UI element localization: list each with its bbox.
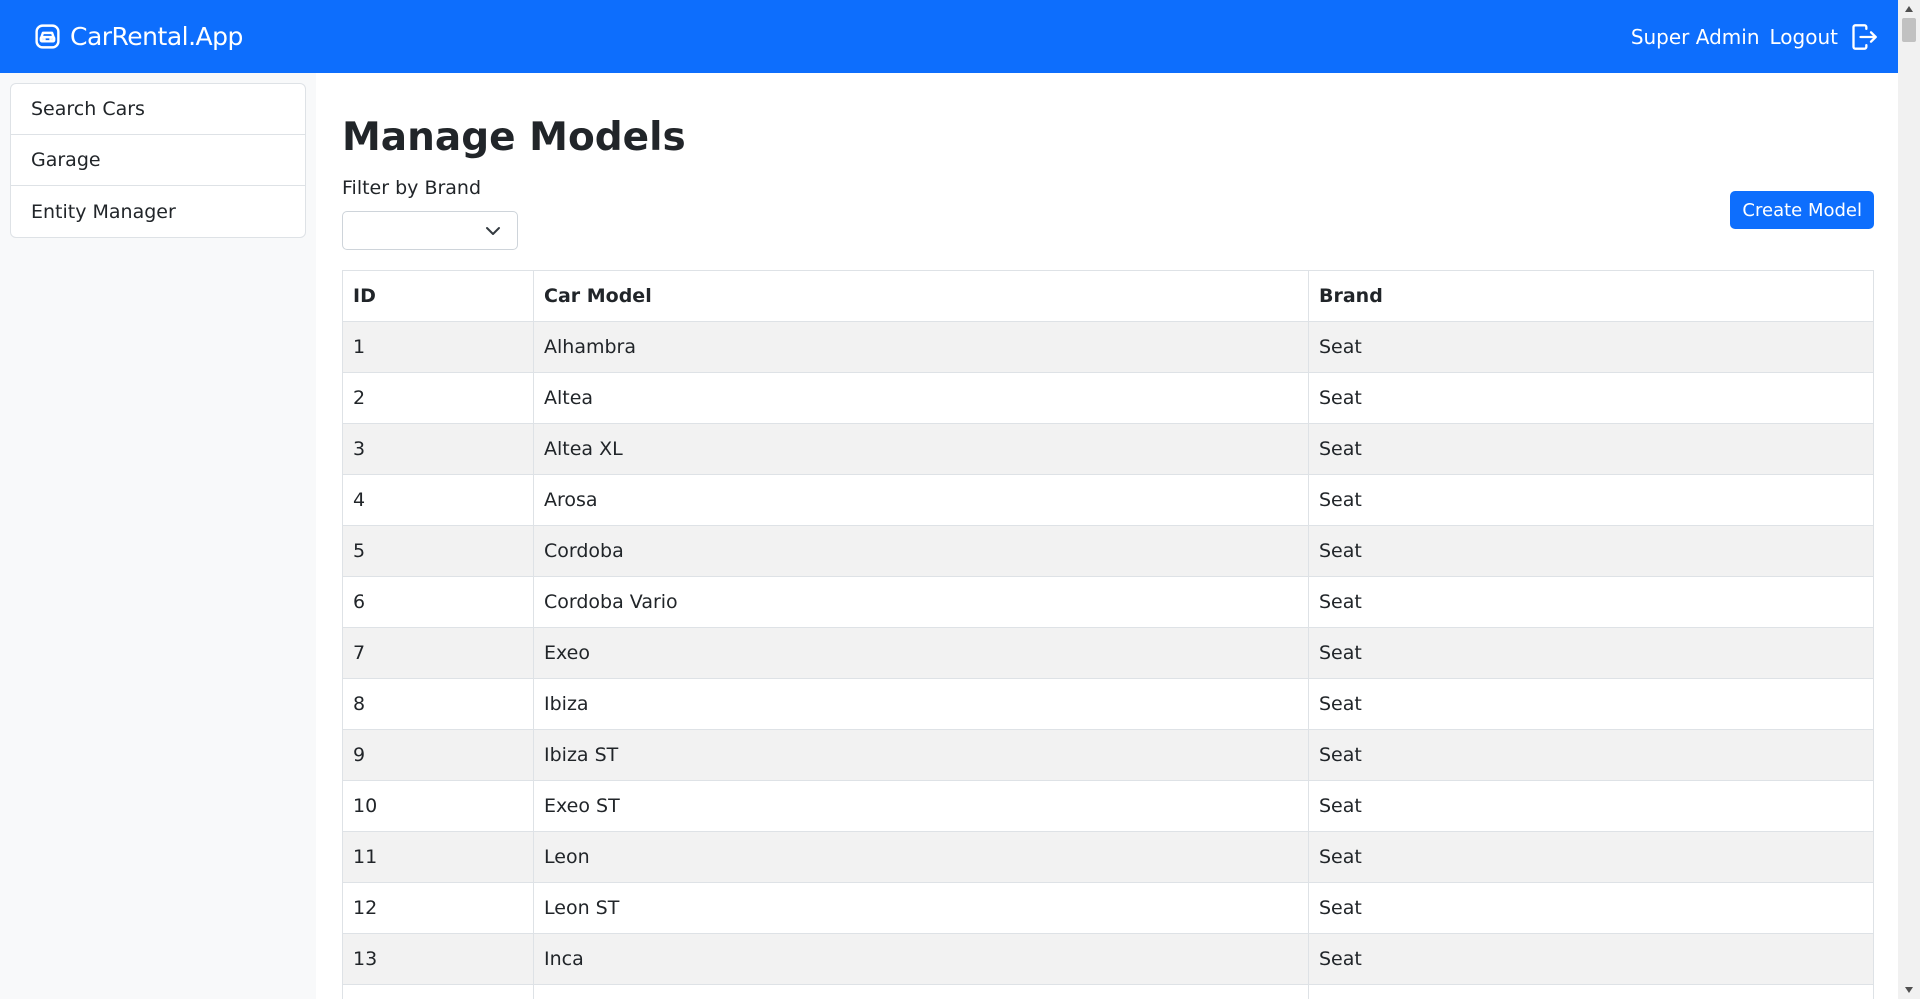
cell-brand: Seat [1308, 831, 1874, 883]
scroll-thumb[interactable] [1902, 18, 1916, 42]
cell-id [342, 984, 534, 999]
table-row[interactable]: 1 Alhambra Seat [342, 321, 1874, 373]
cell-brand: Seat [1308, 525, 1874, 577]
cell-model: Ibiza [533, 678, 1309, 730]
table-body: 1 Alhambra Seat 2 Altea Seat 3 Altea XL Seat 4… [342, 321, 1874, 999]
brand-filter-select[interactable] [342, 211, 518, 250]
cell-model: Ibiza ST [533, 729, 1309, 781]
sidebar-item-garage[interactable]: Garage [11, 135, 305, 186]
cell-id: 11 [342, 831, 534, 883]
cell-id: 4 [342, 474, 534, 526]
logout-link[interactable]: Logout [1770, 23, 1878, 51]
sidebar-menu: Search Cars Garage Entity Manager [10, 83, 306, 238]
sidebar: Search Cars Garage Entity Manager [0, 73, 316, 999]
cell-brand: Seat [1308, 372, 1874, 424]
cell-model: Altea XL [533, 423, 1309, 475]
table-row[interactable] [342, 984, 1874, 999]
header-brand: Brand [1308, 270, 1874, 322]
cell-brand: Seat [1308, 627, 1874, 679]
create-model-button[interactable]: Create Model [1730, 191, 1874, 229]
table-row[interactable]: 3 Altea XL Seat [342, 423, 1874, 475]
cell-id: 12 [342, 882, 534, 934]
main-content: Manage Models Filter by Brand Create Mod… [342, 73, 1874, 999]
sidebar-item-entity-manager[interactable]: Entity Manager [11, 186, 305, 237]
cell-id: 9 [342, 729, 534, 781]
table-row[interactable]: 9 Ibiza ST Seat [342, 729, 1874, 781]
cell-brand: Seat [1308, 576, 1874, 628]
table-row[interactable]: 11 Leon Seat [342, 831, 1874, 883]
cell-model: Exeo ST [533, 780, 1309, 832]
table-row[interactable]: 4 Arosa Seat [342, 474, 1874, 526]
table-row[interactable]: 13 Inca Seat [342, 933, 1874, 985]
page-title: Manage Models [342, 115, 686, 160]
cell-id: 7 [342, 627, 534, 679]
cell-brand: Seat [1308, 729, 1874, 781]
triangle-down-icon [1905, 987, 1913, 993]
table-row[interactable]: 8 Ibiza Seat [342, 678, 1874, 730]
cell-model: Leon ST [533, 882, 1309, 934]
table-row[interactable]: 10 Exeo ST Seat [342, 780, 1874, 832]
cell-id: 6 [342, 576, 534, 628]
brand-name: CarRental.App [70, 22, 243, 51]
cell-model: Inca [533, 933, 1309, 985]
header-car-model: Car Model [533, 270, 1309, 322]
car-front-icon [35, 24, 60, 49]
table-row[interactable]: 2 Altea Seat [342, 372, 1874, 424]
user-nav: Super Admin Logout [1631, 23, 1878, 51]
table-header-row: ID Car Model Brand [342, 270, 1874, 322]
cell-brand: Seat [1308, 933, 1874, 985]
chevron-down-icon [486, 226, 500, 235]
cell-model: Altea [533, 372, 1309, 424]
cell-brand: Seat [1308, 780, 1874, 832]
filter-label: Filter by Brand [342, 177, 482, 199]
box-arrow-right-icon [1852, 23, 1877, 50]
cell-id: 8 [342, 678, 534, 730]
user-name: Super Admin [1630, 24, 1760, 49]
cell-model: Arosa [533, 474, 1309, 526]
cell-model [533, 984, 1309, 999]
cell-id: 5 [342, 525, 534, 577]
cell-model: Cordoba Vario [533, 576, 1309, 628]
top-navbar: CarRental.App Super Admin Logout [0, 0, 1898, 73]
table-row[interactable]: 5 Cordoba Seat [342, 525, 1874, 577]
cell-brand [1308, 984, 1874, 999]
header-id: ID [342, 270, 534, 322]
cell-model: Exeo [533, 627, 1309, 679]
table-row[interactable]: 7 Exeo Seat [342, 627, 1874, 679]
cell-brand: Seat [1308, 882, 1874, 934]
cell-id: 10 [342, 780, 534, 832]
cell-model: Alhambra [533, 321, 1309, 373]
page-scrollbar[interactable] [1898, 0, 1920, 999]
models-table-container: ID Car Model Brand 1 Alhambra Seat 2 Altea S… [342, 270, 1874, 999]
cell-id: 2 [342, 372, 534, 424]
table-row[interactable]: 12 Leon ST Seat [342, 882, 1874, 934]
cell-brand: Seat [1308, 423, 1874, 475]
cell-model: Cordoba [533, 525, 1309, 577]
logout-label: Logout [1769, 24, 1838, 49]
cell-brand: Seat [1308, 678, 1874, 730]
scroll-up-arrow[interactable] [1898, 0, 1920, 18]
cell-model: Leon [533, 831, 1309, 883]
brand-link[interactable]: CarRental.App [33, 22, 243, 51]
table-row[interactable]: 6 Cordoba Vario Seat [342, 576, 1874, 628]
cell-id: 13 [342, 933, 534, 985]
cell-brand: Seat [1308, 321, 1874, 373]
cell-id: 3 [342, 423, 534, 475]
scroll-down-arrow[interactable] [1898, 981, 1920, 999]
cell-id: 1 [342, 321, 534, 373]
triangle-up-icon [1905, 6, 1913, 12]
models-table: ID Car Model Brand 1 Alhambra Seat 2 Altea S… [342, 270, 1874, 999]
cell-brand: Seat [1308, 474, 1874, 526]
sidebar-item-search-cars[interactable]: Search Cars [11, 84, 305, 135]
